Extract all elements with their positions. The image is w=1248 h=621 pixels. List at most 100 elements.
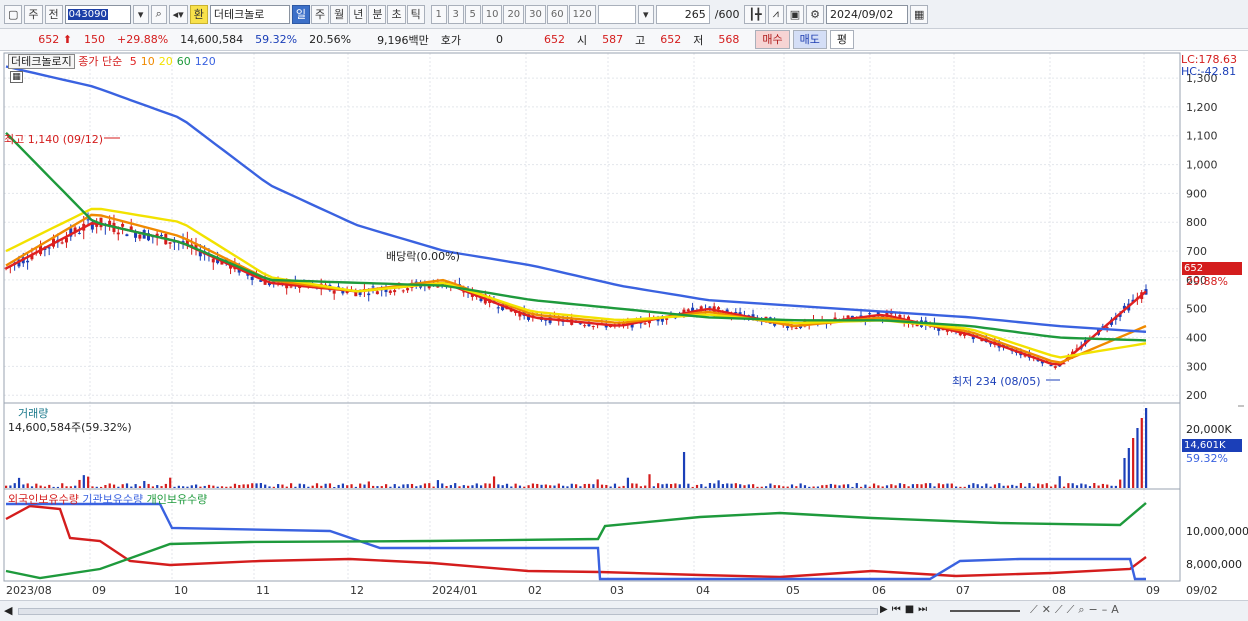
chevron-down-icon[interactable]: ▾ (132, 4, 149, 24)
volume-bar (795, 486, 798, 488)
interval-button[interactable]: 1 (430, 4, 447, 24)
stock-chart[interactable]: 1,3001,2001,1001,00090080070060050040030… (0, 51, 1248, 600)
volume-bar (48, 484, 51, 488)
ma-periods: 5 10 20 60 120 (126, 55, 216, 68)
volume-bar (881, 486, 884, 488)
volume-bar (885, 485, 889, 488)
interval-button[interactable]: 30 (525, 4, 546, 24)
rewind-icon[interactable]: ⏮ (892, 604, 901, 615)
period-tab[interactable]: 분 (368, 4, 387, 24)
volume-bar (363, 484, 366, 488)
volume-bar (290, 483, 293, 488)
dash-icon[interactable]: – (1102, 603, 1108, 617)
calendar-icon[interactable]: ▦ (909, 4, 929, 24)
period-tab[interactable]: 주 (310, 4, 330, 24)
volume-bar (860, 486, 863, 488)
foreign-holdings-label[interactable]: 외국인보유수량 (8, 493, 79, 506)
chevron-down-icon[interactable]: ▾ (637, 4, 654, 24)
volume-bar (259, 483, 262, 488)
institution-holdings-label[interactable]: 기관보유수량 (82, 493, 143, 506)
search-icon[interactable]: ⌕ (150, 4, 167, 24)
interval-button[interactable]: 20 (503, 4, 525, 24)
fib-icon[interactable]: ⟋ (1055, 603, 1063, 617)
volume-bar (1024, 486, 1027, 488)
volume-bar (264, 484, 267, 488)
period-tab[interactable]: 월 (330, 4, 349, 24)
market-select[interactable]: 주 (24, 4, 43, 24)
period-tab[interactable]: 초 (387, 4, 406, 24)
trendline-icon[interactable]: ⟋ (1030, 603, 1038, 617)
period-tab[interactable]: 일 (291, 4, 310, 24)
prev-button[interactable]: 전 (44, 4, 63, 24)
crosshair-icon[interactable]: ✕ (1042, 603, 1051, 617)
volume-bar (324, 483, 327, 488)
zoom-icon[interactable]: ⌕ (1078, 603, 1084, 617)
window-icon[interactable]: ▢ (4, 4, 23, 24)
y-tick-label: 900 (1186, 187, 1207, 200)
interval-button[interactable]: 5 (464, 4, 481, 24)
scroll-left-icon[interactable]: ◀ (4, 604, 12, 617)
candle-body (786, 326, 790, 329)
eval-button[interactable]: 평 (829, 30, 855, 49)
buy-button[interactable]: 매수 (755, 30, 790, 49)
interval-button[interactable]: 3 (447, 4, 464, 24)
horizontal-scrollbar[interactable] (18, 608, 878, 615)
volume-bar (700, 484, 703, 488)
volume-bar (609, 486, 612, 488)
quote-bar: 652 ⬆ 150 +29.88% 14,600,584 59.32% 20.5… (0, 29, 1248, 51)
hc-label: HC:-42.81 (1181, 65, 1237, 78)
individual-holdings-label[interactable]: 개인보유수량 (147, 493, 208, 506)
play-icon[interactable]: ▶ (880, 604, 888, 615)
minus-icon[interactable]: − (1089, 603, 1098, 617)
ask-price: 652 (544, 33, 566, 46)
count-input[interactable]: 265 (655, 4, 710, 24)
volume-ratio: 59.32% (255, 33, 298, 46)
volume-bar (190, 485, 193, 488)
high-label: 고 (635, 33, 646, 47)
volume-bar (315, 483, 319, 488)
volume-bar (480, 485, 483, 488)
speaker-icon[interactable]: ◂▾ (168, 4, 188, 24)
stock-code-input[interactable]: 043090 (64, 4, 131, 24)
volume-bar (821, 485, 824, 488)
period-tab[interactable]: 틱 (406, 4, 425, 24)
interval-select[interactable] (597, 4, 636, 24)
interval-button[interactable]: 10 (481, 4, 503, 24)
stock-name-field[interactable]: 더테크놀로 (209, 4, 290, 24)
period-tab[interactable]: 년 (349, 4, 368, 24)
volume-bar (799, 483, 802, 488)
volume-bar (385, 484, 388, 488)
volume-bar (510, 486, 513, 488)
x-tick-label: 2024/01 (432, 584, 478, 597)
save-icon[interactable]: ▣ (785, 4, 805, 24)
channel-icon[interactable]: ⟋ (1067, 603, 1075, 617)
volume-bar (467, 485, 470, 488)
stock-label[interactable]: 더테크놀로지 (8, 54, 75, 69)
volume-last-ratio: 59.32% (1186, 452, 1228, 465)
volume-bar (976, 484, 979, 488)
font-icon[interactable]: A (1111, 603, 1119, 617)
x-tick-label: 11 (256, 584, 270, 597)
zoom-slider[interactable] (950, 610, 1020, 612)
volume-bar (872, 483, 876, 488)
volume-bar (514, 483, 517, 488)
gear-icon[interactable]: ⚙ (806, 4, 824, 24)
stop-icon[interactable]: ■ (905, 604, 914, 615)
volume-bar (1045, 483, 1048, 488)
forward-icon[interactable]: ⏭ (918, 604, 927, 615)
table-icon[interactable]: ▦ (10, 71, 23, 83)
date-input[interactable]: 2024/09/02 (825, 4, 908, 24)
volume-bar (963, 486, 966, 488)
candle-body (371, 286, 375, 288)
exchange-button[interactable]: 환 (189, 4, 208, 24)
interval-button[interactable]: 120 (568, 4, 596, 24)
volume-bar (354, 486, 357, 488)
volume-bar (95, 486, 98, 488)
nav-controls: ▶ ⏮ ■ ⏭ (880, 604, 927, 615)
volume-bar (22, 484, 25, 488)
candle-type-icon[interactable]: ┃╋ (744, 4, 766, 24)
sell-button[interactable]: 매도 (792, 30, 827, 49)
volume-bar (56, 486, 60, 488)
interval-button[interactable]: 60 (546, 4, 568, 24)
indicator-icon[interactable]: ⩘ (767, 4, 784, 24)
